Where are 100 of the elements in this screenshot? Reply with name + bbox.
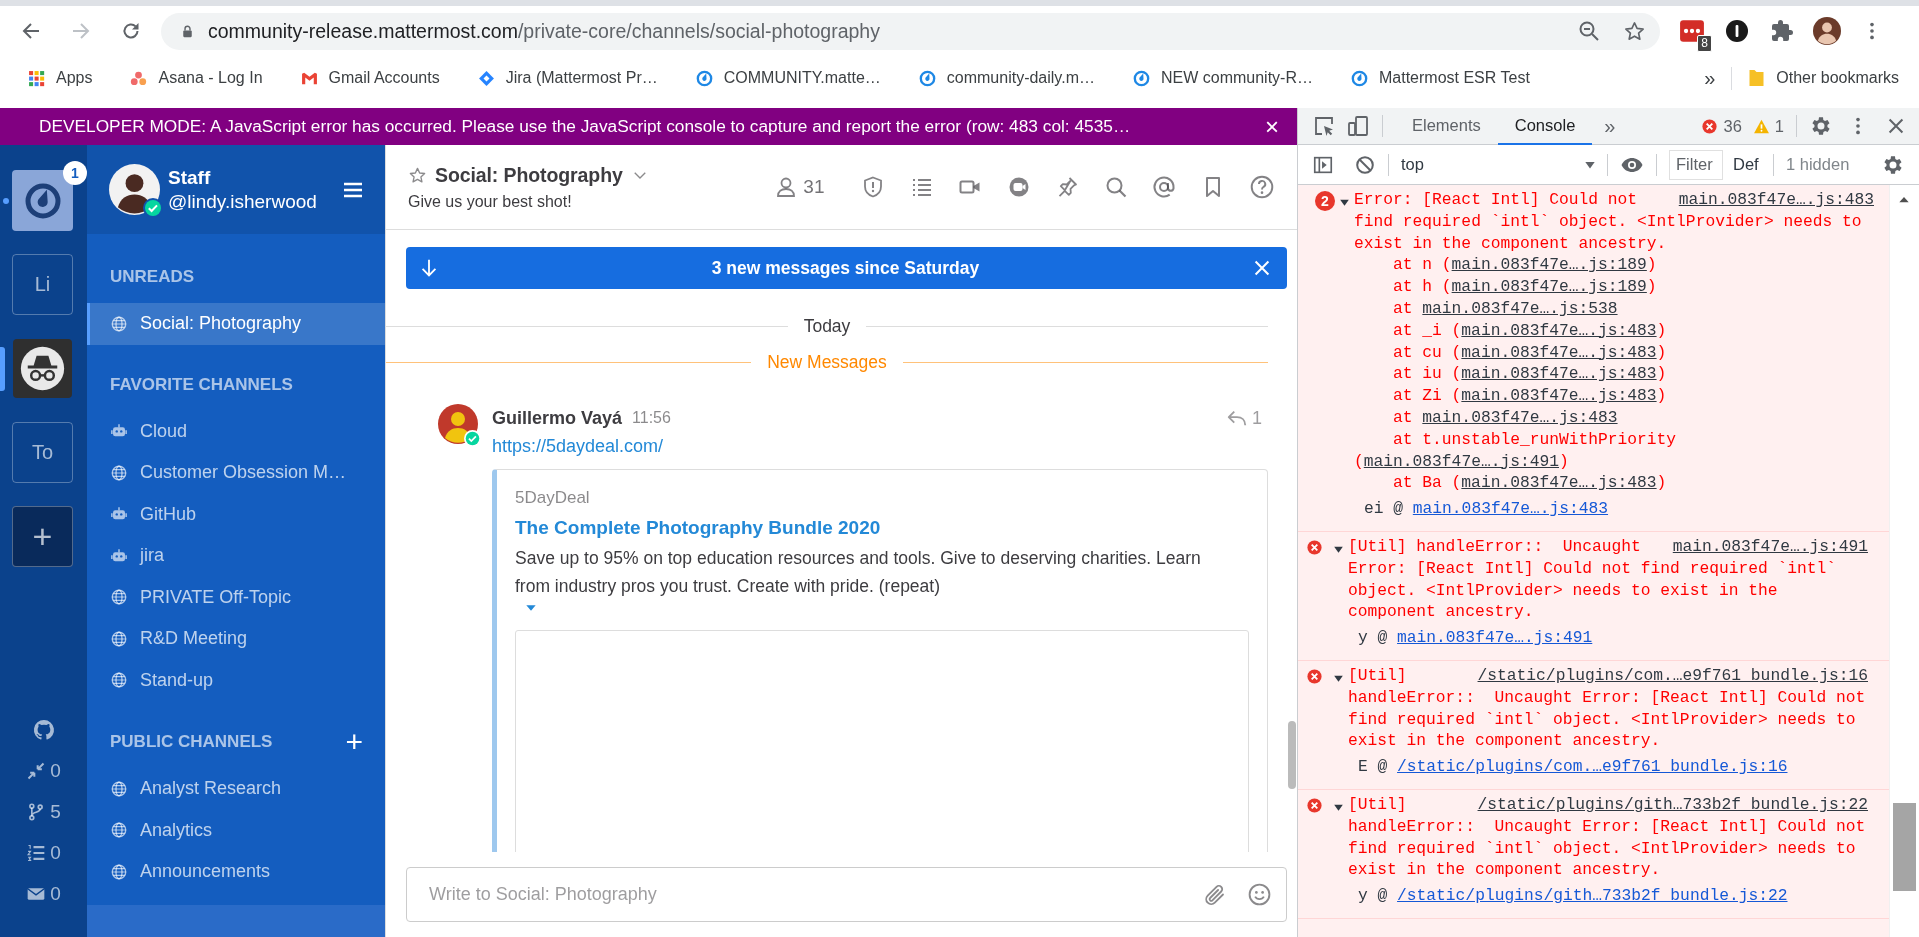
channel-item[interactable]: PRIVATE Off-Topic [87, 576, 385, 618]
team-button[interactable]: To [12, 422, 73, 483]
github-icon [31, 718, 56, 742]
source-link[interactable]: main.083f47e….js:538 [1422, 299, 1618, 318]
bookmarks-overflow-button[interactable]: » [1698, 66, 1733, 90]
channel-name[interactable]: Social: Photography [435, 163, 623, 187]
plugin-button[interactable]: 0 [26, 879, 61, 909]
preview-title-link[interactable]: The Complete Photography Bundle 2020 [515, 512, 1249, 544]
preview-site-name: 5DayDeal [515, 487, 591, 509]
source-link[interactable]: /static/plugins/com.…e9f761_bundle.js:16 [1397, 757, 1788, 777]
context-selector[interactable]: top [1401, 155, 1607, 174]
stack-frame: at n (main.083f47e….js:189) [1354, 254, 1874, 277]
source-link[interactable]: main.083f47e….js:483 [1461, 386, 1657, 406]
source-link[interactable]: main.083f47e….js:491 [1397, 628, 1593, 648]
source-link[interactable]: /static/plugins/gith…733b2f_bundle.js:22 [1477, 793, 1868, 816]
globe-icon [110, 588, 128, 607]
channel-item[interactable]: Cloud [87, 410, 385, 452]
device-toolbar-icon[interactable] [1346, 114, 1370, 138]
channel-item[interactable]: GitHub [87, 493, 385, 535]
message-input[interactable]: Write to Social: Photography [427, 883, 1183, 906]
members-button[interactable]: 31 [774, 175, 825, 199]
channel-item[interactable]: Social: Photography [87, 303, 385, 345]
apps-grid-icon [28, 69, 45, 87]
channel-item[interactable]: Analyst Research [87, 768, 385, 810]
channel-item[interactable]: jira [87, 535, 385, 577]
bookmark-item[interactable]: COMMUNITY.matte… [689, 65, 887, 91]
team-button[interactable] [12, 338, 73, 399]
error-message: handleError:: Uncaught Error: [React Intl] Could not find required `intl` object. <IntlProvider> needs to exist in the component ancestry. [1348, 815, 1867, 882]
plugin-button[interactable]: 5 [26, 797, 61, 827]
source-link[interactable]: /static/plugins/gith…733b2f_bundle.js:22 [1397, 886, 1788, 906]
bookmark-item[interactable]: Gmail Accounts [294, 65, 446, 91]
source-link[interactable]: main.083f47e….js:483 [1678, 189, 1874, 211]
source-link[interactable]: main.083f47e….js:491 [1672, 535, 1868, 558]
source-link[interactable]: main.083f47e….js:483 [1422, 407, 1618, 427]
preview-description: Save up to 95% on top education resources and tools. Give to deserving charities. Learn from industry pros you trust. Create with pride. (repeat) [515, 544, 1235, 616]
attachment-icon[interactable] [1203, 882, 1227, 907]
shield-icon[interactable] [861, 175, 885, 199]
puzzle-icon[interactable] [1770, 19, 1794, 43]
error-count-button[interactable]: 36 1 [1701, 116, 1784, 136]
source-link[interactable]: /static/plugins/com.…e9f761_bundle.js:16 [1477, 664, 1868, 687]
message-link[interactable]: https://5daydeal.com/ [492, 432, 1268, 460]
list-icon [26, 843, 47, 863]
globe-icon [110, 821, 128, 840]
clear-console-icon[interactable] [1354, 153, 1376, 176]
zoom-out-icon[interactable] [1577, 19, 1601, 43]
channel-item[interactable]: R&D Meeting [87, 618, 385, 660]
profile-avatar[interactable] [1813, 17, 1841, 45]
source-link[interactable]: main.083f47e….js:483 [1461, 320, 1657, 340]
channel-item[interactable]: Stand-up [87, 659, 385, 701]
channel-item[interactable]: Analytics [87, 809, 385, 851]
source-link[interactable]: main.083f47e….js:189 [1451, 255, 1647, 275]
scrollbar-thumb[interactable] [1893, 803, 1916, 891]
stack-frame: at _i (main.083f47e….js:483) [1354, 319, 1874, 342]
channel-item[interactable]: Customer Obsession M… [87, 452, 385, 494]
globe-icon [110, 629, 128, 648]
devtools-tab[interactable]: Console [1497, 108, 1593, 145]
help-icon[interactable] [1249, 174, 1275, 200]
caller-name: E @ [1358, 757, 1389, 777]
mention-icon[interactable] [1152, 175, 1176, 199]
source-link[interactable]: main.083f47e….js:483 [1461, 364, 1657, 384]
source-link[interactable]: main.083f47e….js:483 [1461, 342, 1657, 362]
globe-icon [110, 671, 128, 690]
channel-purpose: Give us your best shot! [408, 192, 573, 211]
devtools-tab[interactable]: Elements [1395, 108, 1498, 145]
new-messages-banner[interactable]: 3 new messages since Saturday [406, 247, 1287, 289]
bookmark-item[interactable]: Other bookmarks [1742, 64, 1905, 92]
channel-switcher-bar[interactable] [87, 905, 385, 937]
stack-frame: at iu (main.083f47e….js:483) [1354, 363, 1874, 386]
log-levels-button[interactable]: Def [1733, 155, 1761, 174]
scrollbar-thumb[interactable] [1288, 721, 1296, 789]
search-icon[interactable] [1103, 175, 1128, 199]
online-check-icon [143, 198, 163, 218]
extension-icon[interactable] [1725, 19, 1749, 43]
bookmark-item[interactable]: Mattermost ESR Test [1344, 65, 1536, 91]
favorite-star-icon[interactable] [408, 165, 427, 185]
emoji-icon[interactable] [1247, 882, 1272, 907]
bookmark-item[interactable]: NEW community-R… [1126, 65, 1319, 91]
mention-badge: 1 [63, 161, 87, 185]
team-button[interactable] [12, 170, 73, 231]
source-link[interactable]: main.083f47e….js:483 [1412, 499, 1609, 519]
bookmark-item[interactable]: community-daily.m… [912, 65, 1101, 91]
source-link[interactable]: main.083f47e….js:491 [1363, 451, 1559, 471]
plugin-button[interactable]: 0 [26, 756, 61, 786]
source-link[interactable]: main.083f47e….js:483 [1461, 473, 1657, 493]
inspect-icon[interactable] [1312, 114, 1336, 138]
team-button[interactable]: Li [12, 254, 73, 315]
message-field[interactable]: Write to Social: Photography [406, 867, 1287, 922]
channel-item[interactable]: Announcements [87, 851, 385, 893]
add-channel-button[interactable]: + [345, 727, 363, 757]
close-button[interactable]: × [1261, 114, 1283, 139]
source-link[interactable]: main.083f47e….js:189 [1451, 277, 1647, 297]
author-name[interactable]: Guillermo Vayá [492, 407, 623, 429]
bookmark-item[interactable]: Jira (Mattermost Pr… [471, 65, 664, 91]
plugin-button[interactable]: 0 [26, 838, 61, 868]
add-team-button[interactable]: + [12, 506, 73, 567]
bookmark-item[interactable]: Apps [22, 65, 99, 91]
bookmark-item[interactable]: Asana - Log In [124, 65, 269, 91]
star-icon[interactable] [1623, 19, 1646, 43]
more-tabs-button[interactable]: » [1592, 114, 1628, 138]
filter-field[interactable]: Filter [1669, 149, 1723, 180]
